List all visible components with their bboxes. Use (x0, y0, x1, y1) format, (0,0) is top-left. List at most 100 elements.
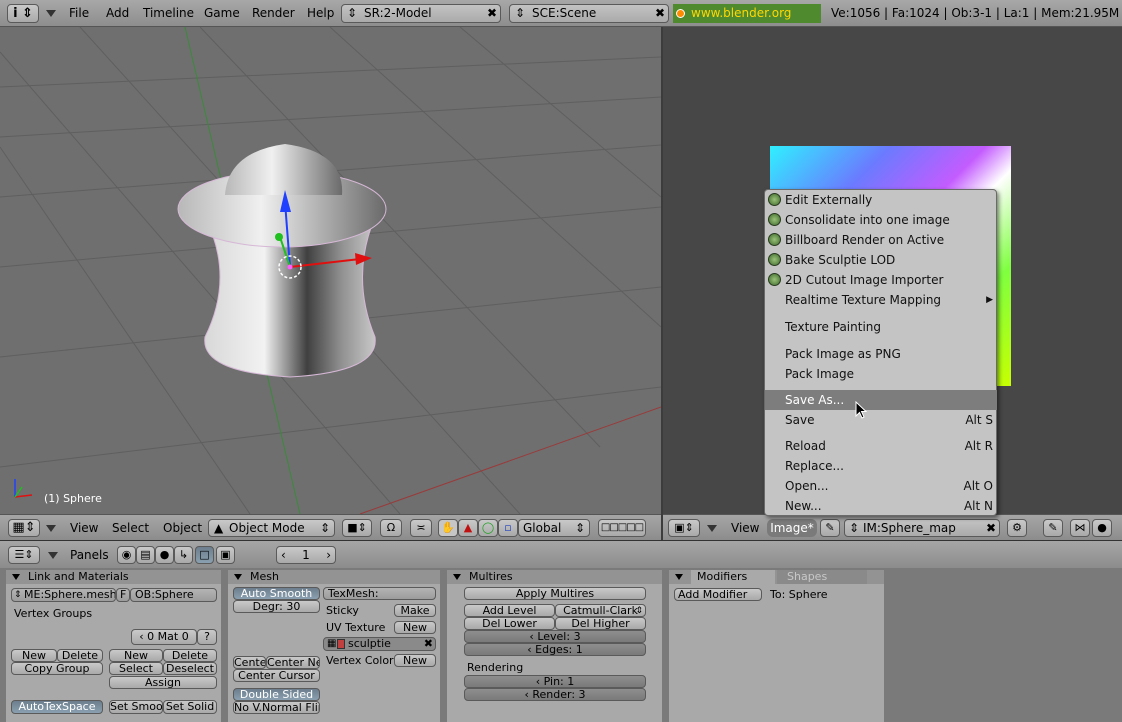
image-selector[interactable]: ⇕ IM:Sphere_map ✖ (844, 519, 1000, 537)
tab-modifiers[interactable]: Modifiers (691, 570, 775, 584)
menu-add[interactable]: Add (106, 7, 129, 19)
frame-decrement-icon[interactable]: ‹ (281, 547, 286, 563)
menu-item-save[interactable]: Save Alt S (765, 410, 997, 430)
menu-render[interactable]: Render (252, 7, 295, 19)
vgroup-delete-button[interactable]: Delete (57, 649, 103, 662)
add-modifier-button[interactable]: Add Modifier (674, 588, 762, 601)
menu-item-billboard-render[interactable]: Billboard Render on Active (765, 230, 997, 250)
centre-button[interactable]: Cente (233, 656, 266, 669)
viewport-menu-select[interactable]: Select (112, 522, 149, 534)
collapse-image-header-icon[interactable] (707, 525, 717, 532)
scene-delete-icon[interactable]: ✖ (655, 5, 665, 22)
window-type-info-icon[interactable]: i ⇕ (7, 4, 39, 23)
autotexspace-toggle[interactable]: AutoTexSpace (11, 700, 103, 714)
del-lower-button[interactable]: Del Lower (464, 617, 555, 630)
fake-user-toggle[interactable]: F (116, 588, 130, 602)
image-sample-toggle[interactable]: ● (1092, 519, 1112, 537)
menu-help[interactable]: Help (307, 7, 334, 19)
menu-item-reload[interactable]: Reload Alt R (765, 436, 997, 456)
context-editing-icon[interactable]: □ (195, 546, 214, 564)
menu-item-texture-painting[interactable]: Texture Painting (765, 317, 997, 337)
menu-item-cutout-importer[interactable]: 2D Cutout Image Importer (765, 270, 997, 290)
panel-title[interactable]: Link and Materials (6, 570, 221, 584)
image-menu-view[interactable]: View (731, 522, 759, 534)
panel-collapse-icon[interactable] (12, 574, 20, 580)
uv-layer-active-icon[interactable] (337, 639, 345, 649)
menu-item-open[interactable]: Open... Alt O (765, 476, 997, 496)
panel-collapse-icon[interactable] (234, 574, 242, 580)
screen-selector[interactable]: ⇕ SR:2-Model ✖ (341, 4, 501, 23)
material-select-button[interactable]: Select (109, 662, 163, 675)
uv-texture-new-button[interactable]: New (394, 621, 436, 634)
uv-layer-delete-icon[interactable]: ✖ (424, 638, 433, 650)
set-smooth-button[interactable]: Set Smoot (109, 700, 163, 714)
window-type-buttons-icon[interactable]: ☰⇕ (8, 546, 40, 564)
panel-collapse-icon[interactable] (675, 574, 683, 580)
add-level-button[interactable]: Add Level (464, 604, 555, 617)
viewport-menu-view[interactable]: View (70, 522, 98, 534)
context-object-icon[interactable]: ↳ (174, 546, 193, 564)
edges-field[interactable]: ‹ Edges: 1 (464, 643, 646, 656)
paint-brush-icon[interactable]: ✎ (820, 519, 840, 537)
mode-selector[interactable]: ▲ Object Mode ⇕ (208, 519, 335, 537)
window-type-3d-icon[interactable]: ▦⇕ (8, 519, 40, 537)
pin-field[interactable]: ‹ Pin: 1 (464, 675, 646, 688)
frame-increment-icon[interactable]: › (326, 547, 331, 563)
window-type-image-icon[interactable]: ▣⇕ (668, 519, 700, 537)
sticky-make-button[interactable]: Make (394, 604, 436, 617)
image-browse-icon[interactable]: ⇕ (849, 520, 859, 536)
material-deselect-button[interactable]: Deselect (163, 662, 217, 675)
panel-collapse-icon[interactable] (453, 574, 461, 580)
no-vnormal-flip-toggle[interactable]: No V.Normal Flip (233, 701, 320, 714)
image-unlink-icon[interactable]: ✖ (986, 520, 996, 536)
screen-browse-icon[interactable]: ⇕ (347, 5, 357, 22)
screen-delete-icon[interactable]: ✖ (487, 5, 497, 22)
collapse-header-icon[interactable] (46, 525, 56, 532)
material-delete-button[interactable]: Delete (163, 649, 217, 662)
image-uv-toggle[interactable]: ⋈ (1070, 519, 1090, 537)
viewport-menu-object[interactable]: Object (163, 522, 202, 534)
material-assign-button[interactable]: Assign (109, 676, 217, 689)
vertex-color-new-button[interactable]: New (394, 654, 436, 667)
subdivision-type-selector[interactable]: Catmull-Clark ⇕ (555, 604, 646, 617)
menu-item-bake-sculptie[interactable]: Bake Sculptie LOD (765, 250, 997, 270)
orientation-selector[interactable]: Global ⇕ (518, 519, 590, 537)
context-script-icon[interactable]: ▤ (136, 546, 155, 564)
menu-item-new[interactable]: New... Alt N (765, 496, 997, 516)
menu-item-pack-image[interactable]: Pack Image (765, 364, 997, 384)
menu-file[interactable]: File (69, 7, 89, 19)
center-new-button[interactable]: Center Ne (266, 656, 320, 669)
uv-layer-field[interactable]: ▦ sculptie ✖ (323, 637, 436, 651)
mesh-datablock-field[interactable]: ⇕ ME:Sphere.mesh (11, 588, 116, 602)
context-logic-icon[interactable]: ◉ (117, 546, 136, 564)
tab-shapes[interactable]: Shapes (777, 570, 867, 584)
material-help-button[interactable]: ? (197, 629, 217, 645)
center-cursor-button[interactable]: Center Cursor (233, 669, 320, 682)
manipulator-scale-icon[interactable]: ▫ (498, 519, 518, 537)
double-sided-toggle[interactable]: Double Sided (233, 688, 320, 701)
panels-label[interactable]: Panels (70, 549, 109, 561)
material-new-button[interactable]: New (109, 649, 163, 662)
menu-timeline[interactable]: Timeline (143, 7, 194, 19)
menu-item-pack-png[interactable]: Pack Image as PNG (765, 344, 997, 364)
copy-group-button[interactable]: Copy Group (11, 662, 103, 675)
scene-selector[interactable]: ⇕ SCE:Scene ✖ (509, 4, 669, 23)
image-paint-toggle[interactable]: ✎ (1043, 519, 1063, 537)
render-level-field[interactable]: ‹ Render: 3 (464, 688, 646, 701)
scene-browse-icon[interactable]: ⇕ (515, 5, 525, 22)
manipulator-hand-icon[interactable]: ✋ (438, 519, 458, 537)
manipulator-rotate-icon[interactable]: ◯ (478, 519, 498, 537)
auto-smooth-toggle[interactable]: Auto Smooth (233, 587, 320, 600)
collapse-buttons-header-icon[interactable] (48, 552, 58, 559)
menu-item-realtime-texture[interactable]: Realtime Texture Mapping ▶ (765, 290, 997, 310)
image-pin-icon[interactable]: ⚙ (1007, 519, 1027, 537)
mesh-browse-icon[interactable]: ⇕ (14, 589, 22, 601)
menu-item-edit-externally[interactable]: Edit Externally (765, 190, 997, 210)
image-menu-image[interactable]: Image* (767, 519, 817, 537)
frame-counter[interactable]: ‹ 1 › (276, 546, 336, 564)
viewport-3d[interactable]: (1) Sphere (0, 27, 661, 514)
manipulator-translate-icon[interactable]: ▲ (458, 519, 478, 537)
collapse-menus-icon[interactable] (46, 10, 56, 17)
menu-item-replace[interactable]: Replace... (765, 456, 997, 476)
panel-title[interactable]: Mesh (228, 570, 440, 584)
